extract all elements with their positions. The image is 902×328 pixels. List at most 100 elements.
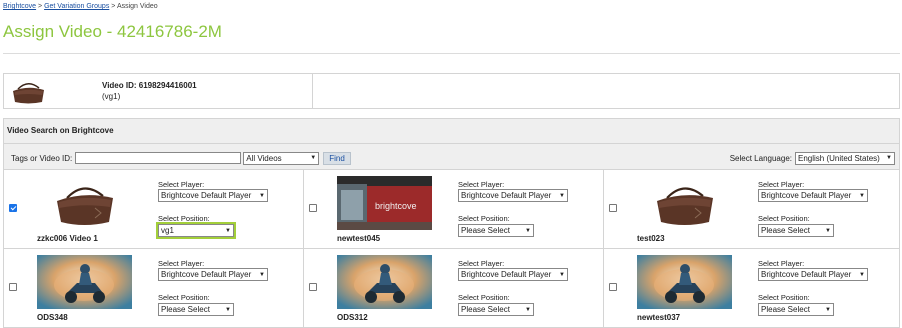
select-position-label: Select Position: xyxy=(758,214,810,223)
page-title: Assign Video - 42416786-2M xyxy=(3,22,222,41)
position-select-value: Please Select xyxy=(461,305,510,314)
breadcrumb-separator: > xyxy=(111,3,116,10)
chevron-down-icon: ▼ xyxy=(886,155,892,161)
position-select[interactable]: vg1 ▼ xyxy=(156,222,236,239)
language-label: Select Language: xyxy=(729,153,792,163)
breadcrumb-link-variation-groups[interactable]: Get Variation Groups xyxy=(44,3,109,10)
search-panel-header: Video Search on Brightcove xyxy=(7,126,114,135)
position-select[interactable]: Please Select ▼ xyxy=(758,303,834,316)
video-thumbnail xyxy=(637,176,732,230)
breadcrumb: Brightcove > Get Variation Groups > Assi… xyxy=(3,3,158,10)
player-select[interactable]: Brightcove Default Player ▼ xyxy=(758,189,868,202)
select-player-label: Select Player: xyxy=(158,259,205,268)
chevron-down-icon: ▼ xyxy=(825,227,831,234)
search-header-divider xyxy=(4,143,899,144)
atv-rider-thumbnail-icon xyxy=(37,255,132,309)
position-select[interactable]: Please Select ▼ xyxy=(758,224,834,237)
chevron-down-icon: ▼ xyxy=(310,155,317,161)
language-select[interactable]: English (United States) ▼ xyxy=(795,151,895,165)
handbag-thumbnail-icon xyxy=(637,176,732,230)
position-select[interactable]: Please Select ▼ xyxy=(458,224,534,237)
chevron-down-icon: ▼ xyxy=(559,271,565,278)
select-player-label: Select Player: xyxy=(458,259,505,268)
chevron-down-icon: ▼ xyxy=(559,192,565,199)
video-select-checkbox[interactable] xyxy=(609,204,617,212)
position-select[interactable]: Please Select ▼ xyxy=(158,303,234,316)
chevron-down-icon: ▼ xyxy=(859,271,865,278)
info-divider xyxy=(312,74,313,108)
select-position-label: Select Position: xyxy=(158,293,210,302)
atv-rider-thumbnail-icon xyxy=(337,255,432,309)
video-scope-value: All Videos xyxy=(246,153,282,163)
select-position-label: Select Position: xyxy=(158,214,210,223)
video-thumbnail: brightcove xyxy=(337,176,432,230)
select-player-label: Select Player: xyxy=(758,259,805,268)
video-thumbnail xyxy=(337,255,432,309)
select-position-label: Select Position: xyxy=(458,214,510,223)
selected-video-thumbnail xyxy=(4,74,54,108)
chevron-down-icon: ▼ xyxy=(825,306,831,313)
chevron-down-icon: ▼ xyxy=(525,227,531,234)
video-name: ODS348 xyxy=(37,313,68,322)
language-value: English (United States) xyxy=(798,153,880,163)
player-select[interactable]: Brightcove Default Player ▼ xyxy=(458,189,568,202)
player-select[interactable]: Brightcove Default Player ▼ xyxy=(458,268,568,281)
select-player-label: Select Player: xyxy=(158,180,205,189)
video-name: ODS312 xyxy=(337,313,368,322)
video-name: newtest045 xyxy=(337,234,381,243)
video-thumbnail xyxy=(37,255,132,309)
selected-video-info: Video ID: 6198294416001 (vg1) xyxy=(3,73,900,109)
chevron-down-icon: ▼ xyxy=(859,192,865,199)
player-select-value: Brightcove Default Player xyxy=(761,270,852,279)
video-name: zzkc006 Video 1 xyxy=(37,234,98,243)
find-button[interactable]: Find xyxy=(323,151,351,165)
breadcrumb-separator: > xyxy=(38,3,43,10)
position-select-value: Please Select xyxy=(761,305,810,314)
video-card: test023 Select Player: Brightcove Defaul… xyxy=(604,169,899,248)
video-scope-select[interactable]: All Videos ▼ xyxy=(243,151,320,165)
video-thumbnail xyxy=(637,255,732,309)
svg-text:brightcove: brightcove xyxy=(375,201,417,211)
position-select-value: Please Select xyxy=(461,226,510,235)
video-name: newtest037 xyxy=(637,313,681,322)
selected-video-meta: Video ID: 6198294416001 (vg1) xyxy=(102,80,197,102)
handbag-thumbnail-icon xyxy=(37,176,132,230)
chevron-down-icon: ▼ xyxy=(225,227,231,234)
chevron-down-icon: ▼ xyxy=(525,306,531,313)
title-divider xyxy=(3,53,900,54)
player-select-value: Brightcove Default Player xyxy=(161,270,252,279)
player-select[interactable]: Brightcove Default Player ▼ xyxy=(158,268,268,281)
select-position-label: Select Position: xyxy=(758,293,810,302)
video-search-panel: Video Search on Brightcove Tags or Video… xyxy=(3,118,900,328)
search-row: Tags or Video ID: All Videos ▼ Find xyxy=(11,151,351,165)
video-select-checkbox[interactable] xyxy=(309,283,317,291)
handbag-icon xyxy=(4,74,54,108)
brightcove-office-thumbnail-icon: brightcove xyxy=(337,176,432,230)
video-card: newtest037 Select Player: Brightcove Def… xyxy=(604,248,899,327)
position-select-value: Please Select xyxy=(761,226,810,235)
breadcrumb-current: Assign Video xyxy=(116,3,158,10)
video-select-checkbox[interactable] xyxy=(609,283,617,291)
tags-search-input[interactable] xyxy=(75,152,242,164)
video-name: test023 xyxy=(637,234,665,243)
video-card: ODS312 Select Player: Brightcove Default… xyxy=(304,248,604,327)
video-thumbnail xyxy=(37,176,132,230)
player-select[interactable]: Brightcove Default Player ▼ xyxy=(758,268,868,281)
video-select-checkbox[interactable] xyxy=(9,204,17,212)
chevron-down-icon: ▼ xyxy=(259,271,265,278)
select-player-label: Select Player: xyxy=(758,180,805,189)
player-select-value: Brightcove Default Player xyxy=(761,191,852,200)
video-select-checkbox[interactable] xyxy=(9,283,17,291)
position-select-value: Please Select xyxy=(161,305,210,314)
player-select[interactable]: Brightcove Default Player ▼ xyxy=(158,189,268,202)
video-id-text: Video ID: 6198294416001 xyxy=(102,81,197,90)
select-player-label: Select Player: xyxy=(458,180,505,189)
language-row: Select Language: English (United States)… xyxy=(730,151,895,165)
player-select-value: Brightcove Default Player xyxy=(461,191,552,200)
position-select-value: vg1 xyxy=(161,226,174,235)
breadcrumb-link-brightcove[interactable]: Brightcove xyxy=(3,3,36,10)
chevron-down-icon: ▼ xyxy=(225,306,231,313)
position-select[interactable]: Please Select ▼ xyxy=(458,303,534,316)
video-select-checkbox[interactable] xyxy=(309,204,317,212)
atv-rider-thumbnail-icon xyxy=(637,255,732,309)
